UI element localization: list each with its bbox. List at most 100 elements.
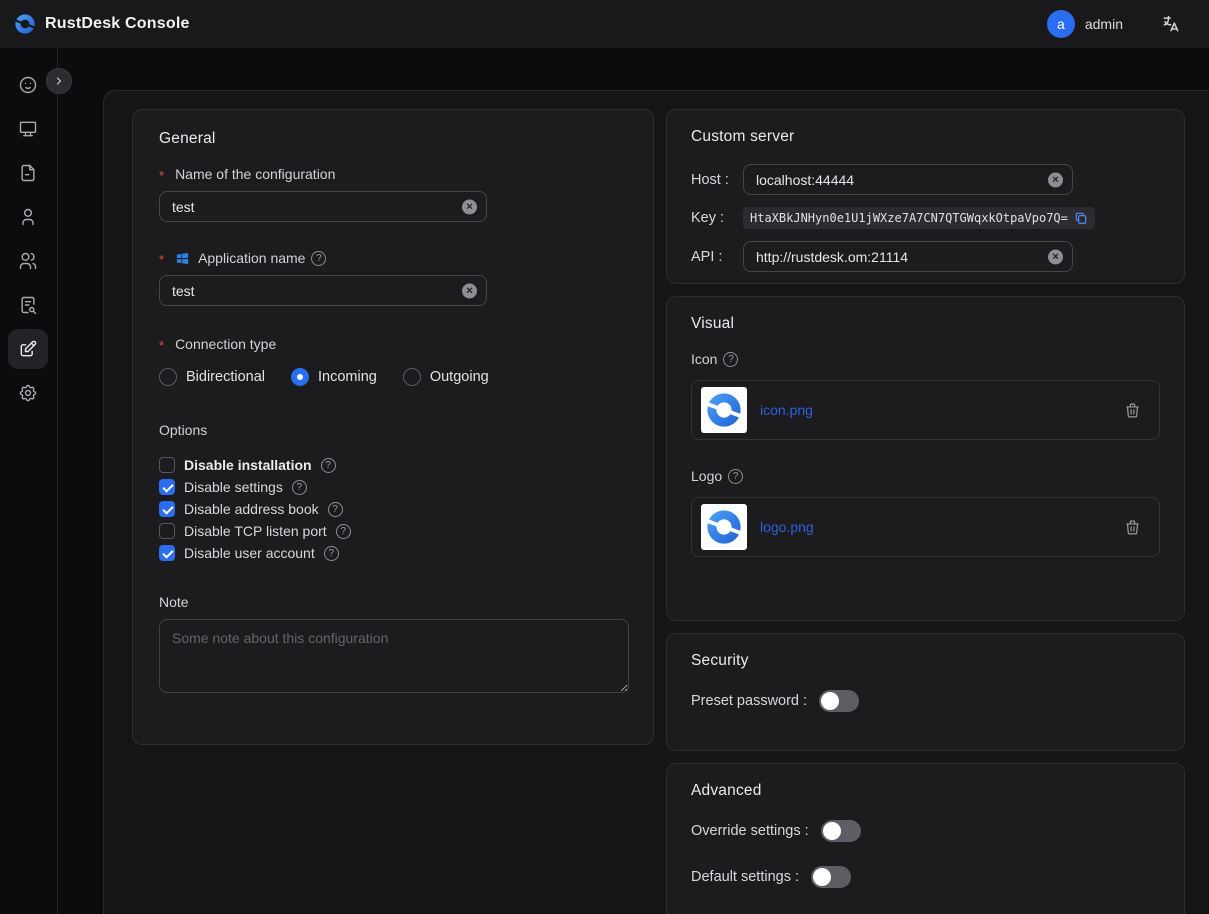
note-label: Note bbox=[159, 594, 627, 610]
file-search-icon bbox=[18, 295, 38, 315]
app-name-input[interactable] bbox=[159, 275, 487, 306]
monitor-icon bbox=[18, 119, 38, 139]
connection-type-group: Bidirectional Incoming Outgoing bbox=[159, 368, 627, 386]
users-icon bbox=[18, 251, 38, 271]
brand: RustDesk Console bbox=[14, 13, 190, 35]
sidebar-expand-button[interactable] bbox=[46, 68, 72, 94]
copy-icon[interactable] bbox=[1074, 211, 1088, 225]
options-list: Disable installation ? Disable settings … bbox=[159, 454, 627, 564]
sidebar-item-audit-logs[interactable] bbox=[8, 285, 48, 325]
sidebar-item-custom-clients[interactable] bbox=[8, 329, 48, 369]
default-settings-toggle[interactable] bbox=[811, 866, 851, 888]
file-icon bbox=[18, 163, 38, 183]
clear-icon[interactable]: ✕ bbox=[462, 283, 477, 298]
help-icon[interactable]: ? bbox=[328, 502, 343, 517]
top-header: RustDesk Console a admin bbox=[0, 0, 1209, 48]
help-icon[interactable]: ? bbox=[321, 458, 336, 473]
logo-file-row: logo.png bbox=[691, 497, 1160, 557]
user-name: admin bbox=[1085, 16, 1123, 32]
key-value: HtaXBkJNHyn0e1U1jWXze7A7CN7QTGWqxkOtpaVp… bbox=[743, 207, 1095, 229]
option-disable-settings[interactable]: Disable settings ? bbox=[159, 476, 627, 498]
user-menu[interactable]: a admin bbox=[1047, 10, 1123, 38]
checkbox-icon[interactable] bbox=[159, 501, 175, 517]
checkbox-icon[interactable] bbox=[159, 523, 175, 539]
preset-password-label: Preset password : bbox=[691, 693, 807, 709]
app-title: RustDesk Console bbox=[45, 15, 190, 33]
help-icon[interactable]: ? bbox=[336, 524, 351, 539]
avatar[interactable]: a bbox=[1047, 10, 1075, 38]
logo-thumbnail bbox=[701, 504, 747, 550]
language-translate-icon[interactable] bbox=[1161, 14, 1181, 34]
radio-incoming[interactable]: Incoming bbox=[291, 368, 377, 386]
trash-icon[interactable] bbox=[1124, 402, 1141, 419]
app-name-label: Application name ? bbox=[159, 250, 627, 266]
custom-server-card: Custom server Host : ✕ Key : HtaXBkJNHyn… bbox=[666, 109, 1185, 284]
option-disable-address-book[interactable]: Disable address book ? bbox=[159, 498, 627, 520]
options-label: Options bbox=[159, 422, 627, 438]
edit-icon bbox=[18, 339, 38, 359]
advanced-title: Advanced bbox=[691, 782, 1160, 800]
option-disable-installation[interactable]: Disable installation ? bbox=[159, 454, 627, 476]
advanced-card: Advanced Override settings : Default set… bbox=[666, 763, 1185, 914]
icon-thumbnail bbox=[701, 387, 747, 433]
clear-icon[interactable]: ✕ bbox=[1048, 249, 1063, 264]
api-input[interactable] bbox=[743, 241, 1073, 272]
sidebar bbox=[0, 48, 58, 914]
key-label: Key : bbox=[691, 210, 743, 226]
chevron-right-icon bbox=[53, 75, 65, 87]
host-input[interactable] bbox=[743, 164, 1073, 195]
radio-outgoing[interactable]: Outgoing bbox=[403, 368, 489, 386]
config-name-input[interactable] bbox=[159, 191, 487, 222]
visual-title: Visual bbox=[691, 315, 1160, 333]
clear-icon[interactable]: ✕ bbox=[1048, 172, 1063, 187]
sidebar-item-users[interactable] bbox=[8, 197, 48, 237]
checkbox-icon[interactable] bbox=[159, 545, 175, 561]
preset-password-toggle[interactable] bbox=[819, 690, 859, 712]
icon-file-row: icon.png bbox=[691, 380, 1160, 440]
default-settings-label: Default settings : bbox=[691, 869, 799, 885]
icon-file-link[interactable]: icon.png bbox=[760, 402, 1124, 418]
sidebar-item-dashboard[interactable] bbox=[8, 65, 48, 105]
checkbox-icon[interactable] bbox=[159, 479, 175, 495]
sidebar-item-documents[interactable] bbox=[8, 153, 48, 193]
help-icon[interactable]: ? bbox=[292, 480, 307, 495]
config-name-label: Name of the configuration bbox=[159, 166, 627, 182]
host-label: Host : bbox=[691, 172, 743, 188]
help-icon[interactable]: ? bbox=[728, 469, 743, 484]
logo-upload-label: Logo ? bbox=[691, 468, 1160, 484]
general-card: General Name of the configuration ✕ Appl… bbox=[132, 109, 654, 745]
option-disable-tcp-listen-port[interactable]: Disable TCP listen port ? bbox=[159, 520, 627, 542]
trash-icon[interactable] bbox=[1124, 519, 1141, 536]
security-card: Security Preset password : bbox=[666, 633, 1185, 751]
api-label: API : bbox=[691, 249, 743, 265]
help-icon[interactable]: ? bbox=[723, 352, 738, 367]
custom-server-title: Custom server bbox=[691, 128, 1160, 146]
radio-icon[interactable] bbox=[403, 368, 421, 386]
option-disable-user-account[interactable]: Disable user account ? bbox=[159, 542, 627, 564]
general-title: General bbox=[159, 130, 627, 148]
sidebar-item-groups[interactable] bbox=[8, 241, 48, 281]
logo-file-link[interactable]: logo.png bbox=[760, 519, 1124, 535]
sidebar-item-devices[interactable] bbox=[8, 109, 48, 149]
security-title: Security bbox=[691, 652, 1160, 670]
clear-icon[interactable]: ✕ bbox=[462, 199, 477, 214]
smiley-icon bbox=[18, 75, 38, 95]
icon-upload-label: Icon ? bbox=[691, 351, 1160, 367]
checkbox-icon[interactable] bbox=[159, 457, 175, 473]
radio-icon[interactable] bbox=[291, 368, 309, 386]
rustdesk-logo-icon bbox=[14, 13, 36, 35]
override-settings-label: Override settings : bbox=[691, 823, 809, 839]
windows-icon bbox=[175, 251, 190, 266]
radio-bidirectional[interactable]: Bidirectional bbox=[159, 368, 265, 386]
user-icon bbox=[18, 207, 38, 227]
connection-type-label: Connection type bbox=[159, 336, 627, 352]
radio-icon[interactable] bbox=[159, 368, 177, 386]
help-icon[interactable]: ? bbox=[324, 546, 339, 561]
help-icon[interactable]: ? bbox=[311, 251, 326, 266]
sidebar-item-settings[interactable] bbox=[8, 373, 48, 413]
visual-card: Visual Icon ? ico bbox=[666, 296, 1185, 621]
note-textarea[interactable] bbox=[159, 619, 629, 693]
gear-icon bbox=[18, 383, 38, 403]
override-settings-toggle[interactable] bbox=[821, 820, 861, 842]
main-panel: General Name of the configuration ✕ Appl… bbox=[103, 90, 1209, 914]
